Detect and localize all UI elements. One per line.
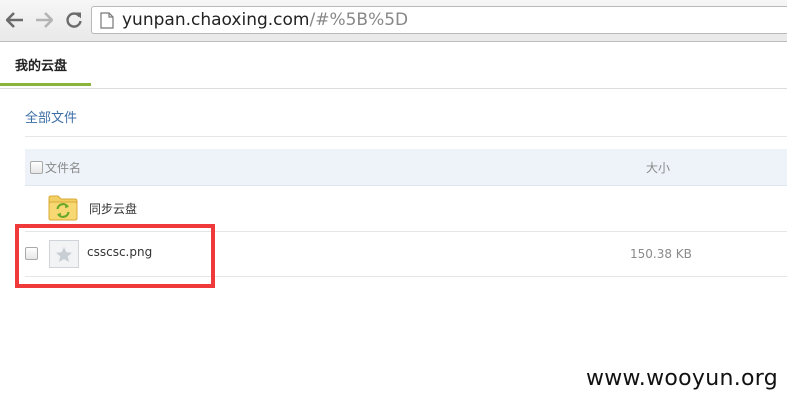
column-header-name[interactable]: 文件名 bbox=[45, 159, 81, 176]
file-size: 150.38 KB bbox=[630, 247, 692, 261]
forward-arrow-icon bbox=[36, 12, 53, 28]
url-host: yunpan.chaoxing.com bbox=[122, 10, 310, 30]
browser-toolbar: yunpan.chaoxing.com/#%5B%5D bbox=[0, 0, 787, 42]
back-button[interactable] bbox=[4, 9, 26, 31]
tab-my-cloud-label: 我的云盘 bbox=[15, 59, 68, 74]
app-tabbar: 我的云盘 bbox=[0, 42, 787, 89]
address-bar[interactable]: yunpan.chaoxing.com/#%5B%5D bbox=[91, 6, 787, 34]
annotation-highlight-box bbox=[15, 224, 215, 288]
breadcrumb-all-files[interactable]: 全部文件 bbox=[25, 107, 77, 126]
watermark: www.wooyun.org bbox=[585, 366, 778, 391]
divider bbox=[25, 136, 787, 137]
column-header-size[interactable]: 大小 bbox=[646, 159, 670, 176]
reload-button[interactable] bbox=[63, 9, 85, 31]
url-path: /#%5B%5D bbox=[309, 10, 409, 30]
table-header: 文件名 大小 bbox=[25, 149, 787, 186]
select-all-checkbox[interactable] bbox=[30, 161, 43, 174]
page-icon bbox=[100, 12, 114, 29]
forward-button[interactable] bbox=[33, 9, 55, 31]
file-name[interactable]: 同步云盘 bbox=[89, 200, 137, 217]
url-text: yunpan.chaoxing.com/#%5B%5D bbox=[122, 10, 408, 30]
tab-my-cloud[interactable]: 我的云盘 bbox=[0, 42, 91, 86]
reload-icon bbox=[66, 12, 82, 28]
sync-folder-icon bbox=[48, 195, 78, 221]
back-arrow-icon bbox=[6, 12, 23, 28]
